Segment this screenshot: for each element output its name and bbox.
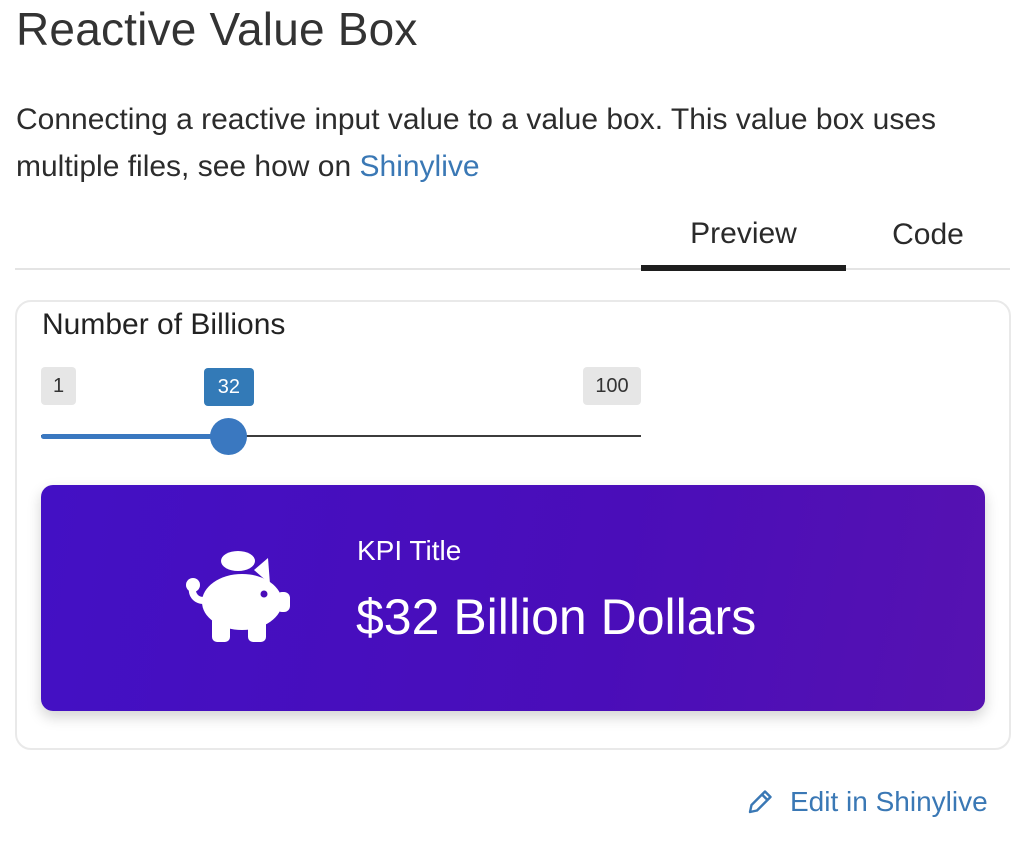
slider-min-label: 1: [41, 367, 76, 405]
value-box-title: KPI Title: [357, 535, 462, 566]
value-box-value: $32 Billion Dollars: [356, 589, 757, 645]
slider-max-label: 100: [583, 367, 641, 405]
value-box: KPI Title $32 Billion Dollars: [41, 485, 985, 711]
tab-code[interactable]: Code: [873, 200, 983, 270]
slider-label: Number of Billions: [42, 308, 286, 341]
pencil-icon: [748, 790, 772, 814]
slider-value-label: 32: [203, 368, 254, 406]
page: Reactive Value Box Connecting a reactive…: [0, 0, 1020, 850]
tab-preview[interactable]: Preview: [641, 200, 846, 271]
intro-paragraph: Connecting a reactive input value to a v…: [16, 96, 1006, 190]
tab-bar: Preview Code: [15, 200, 1010, 271]
piggy-bank-icon: [186, 551, 290, 642]
slider-fill: [41, 434, 229, 439]
shinylive-link[interactable]: Shinylive: [360, 150, 480, 183]
edit-in-shinylive-link[interactable]: Edit in Shinylive: [744, 780, 988, 824]
page-title: Reactive Value Box: [16, 3, 418, 55]
edit-link-label: Edit in Shinylive: [790, 786, 988, 817]
